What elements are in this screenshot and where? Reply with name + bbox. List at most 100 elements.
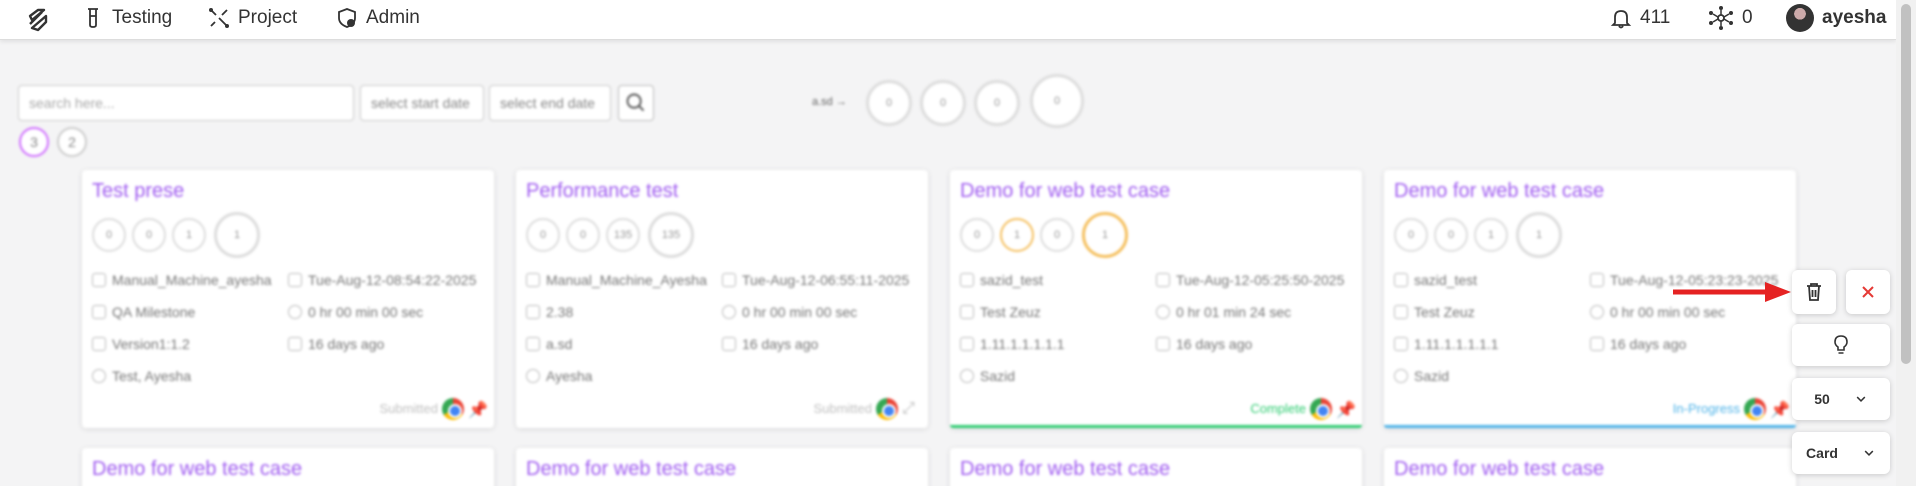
milestone-text: 2.38 bbox=[546, 304, 574, 320]
user-icon bbox=[526, 369, 540, 383]
user-icon bbox=[1394, 369, 1408, 383]
shield-gear-icon bbox=[338, 8, 356, 28]
search-input[interactable]: search here... bbox=[18, 85, 354, 121]
chevron-down-icon bbox=[1856, 396, 1866, 402]
lightbulb-icon bbox=[1834, 335, 1848, 354]
milestone-text: QA Milestone bbox=[112, 304, 196, 320]
card-assignee: Test, Ayesha bbox=[92, 368, 191, 384]
tag-icon bbox=[92, 337, 106, 351]
run-card[interactable]: Demo for web test case bbox=[82, 448, 494, 486]
card-ago: 16 days ago bbox=[1590, 336, 1686, 352]
chevron-down-icon bbox=[1864, 450, 1874, 456]
version-text: 1.11.1.1.1.1.1 bbox=[980, 336, 1065, 352]
run-card[interactable]: Test prese 0 0 1 1 Manual_Machine_ayesha… bbox=[82, 170, 494, 428]
page-button[interactable]: 3 bbox=[19, 127, 49, 157]
pin-icon[interactable]: 📌 bbox=[1336, 400, 1356, 419]
card-duration: 0 hr 00 min 00 sec bbox=[722, 304, 857, 320]
run-card[interactable]: Demo for web test case bbox=[1384, 448, 1796, 486]
stat-ring: 1 bbox=[214, 212, 260, 258]
run-card[interactable]: Performance test 0 0 135 135 Manual_Mach… bbox=[516, 170, 928, 428]
signpost-icon bbox=[526, 305, 540, 319]
stat-ring: 0 bbox=[566, 218, 600, 252]
bell-icon bbox=[1610, 10, 1632, 29]
pin-icon[interactable]: 📌 bbox=[1770, 400, 1790, 419]
stat-ring: 1 bbox=[1000, 218, 1034, 252]
status-bar bbox=[950, 425, 1362, 428]
card-duration: 0 hr 01 min 24 sec bbox=[1156, 304, 1291, 320]
filter-ring[interactable]: 0 bbox=[920, 80, 966, 126]
clock-icon bbox=[722, 305, 736, 319]
top-navbar: Testing Project Admin 411 0 ayesha bbox=[0, 0, 1896, 40]
run-icon bbox=[1156, 273, 1170, 287]
stat-ring: 1 bbox=[172, 218, 206, 252]
notifications[interactable]: 411 bbox=[1610, 0, 1670, 36]
version-text: a.sd bbox=[546, 336, 573, 352]
app-logo-icon[interactable] bbox=[24, 6, 52, 34]
status-bar bbox=[1384, 425, 1796, 428]
stat-ring: 135 bbox=[606, 218, 640, 252]
tag-icon bbox=[960, 337, 974, 351]
clock-icon bbox=[1156, 305, 1170, 319]
date-text: Tue-Aug-12-08:54:22-2025 bbox=[308, 272, 477, 288]
run-card[interactable]: Demo for web test case bbox=[950, 448, 1362, 486]
network-status[interactable]: 0 bbox=[1708, 0, 1753, 36]
filter-ring[interactable]: 0 bbox=[866, 80, 912, 126]
signpost-icon bbox=[92, 305, 106, 319]
tips-button[interactable] bbox=[1792, 324, 1890, 366]
card-ago: 16 days ago bbox=[1156, 336, 1252, 352]
card-owner: Manual_Machine_Ayesha bbox=[526, 272, 707, 288]
card-assignee: Ayesha bbox=[526, 368, 592, 384]
stat-ring: 0 bbox=[132, 218, 166, 252]
run-card[interactable]: Demo for web test case 0 1 0 1 sazid_tes… bbox=[950, 170, 1362, 428]
milestone-text: Test Zeuz bbox=[980, 304, 1041, 320]
date-text: Tue-Aug-12-06:55:11-2025 bbox=[742, 272, 910, 288]
filter-label: a.sd → bbox=[812, 96, 847, 108]
card-date: Tue-Aug-12-06:55:11-2025 bbox=[722, 272, 909, 288]
status-badge: Complete bbox=[1250, 401, 1306, 416]
status-badge: Submitted bbox=[379, 401, 438, 416]
assignee-text: Sazid bbox=[1414, 368, 1450, 384]
card-assignee: Sazid bbox=[960, 368, 1015, 384]
card-version: 1.11.1.1.1.1.1 bbox=[1394, 336, 1499, 352]
run-card[interactable]: Demo for web test case bbox=[516, 448, 928, 486]
upload-icon bbox=[1590, 337, 1604, 351]
start-date-field[interactable]: select start date bbox=[360, 85, 484, 121]
close-button[interactable] bbox=[1846, 270, 1890, 314]
card-title: Demo for web test case bbox=[92, 458, 303, 480]
card-owner: sazid_test bbox=[1394, 272, 1477, 288]
owner-text: sazid_test bbox=[1414, 272, 1478, 288]
upload-icon bbox=[288, 337, 302, 351]
expand-icon[interactable]: ⤢ bbox=[902, 400, 920, 418]
filter-ring[interactable]: 0 bbox=[1030, 74, 1084, 128]
nav-project[interactable]: Project bbox=[208, 0, 297, 36]
stat-ring: 1 bbox=[1516, 212, 1562, 258]
clock-icon bbox=[1590, 305, 1604, 319]
search-button[interactable] bbox=[618, 85, 654, 121]
network-nodes-icon bbox=[1709, 6, 1733, 30]
search-icon bbox=[626, 93, 645, 112]
delete-button[interactable] bbox=[1792, 270, 1836, 314]
user-menu[interactable]: ayesha bbox=[1786, 0, 1886, 36]
page-size-select[interactable]: 50 bbox=[1792, 378, 1890, 420]
chrome-icon bbox=[1310, 398, 1332, 420]
view-mode-select[interactable]: Card bbox=[1792, 432, 1890, 474]
pin-icon[interactable]: 📌 bbox=[468, 400, 488, 419]
status-badge: Submitted bbox=[813, 401, 872, 416]
filter-ring[interactable]: 0 bbox=[974, 80, 1020, 126]
stat-ring: 0 bbox=[1040, 218, 1074, 252]
card-owner: sazid_test bbox=[960, 272, 1043, 288]
scrollbar-thumb[interactable] bbox=[1901, 4, 1911, 364]
milestone-text: Test Zeuz bbox=[1414, 304, 1475, 320]
end-date-field[interactable]: select end date bbox=[489, 85, 611, 121]
flask-icon bbox=[88, 8, 98, 28]
assignee-text: Sazid bbox=[980, 368, 1016, 384]
avatar bbox=[1786, 4, 1814, 32]
version-text: Version1:1.2 bbox=[112, 336, 190, 352]
assignee-text: Ayesha bbox=[546, 368, 593, 384]
nav-admin[interactable]: Admin bbox=[336, 0, 420, 36]
page-button[interactable]: 2 bbox=[57, 127, 87, 157]
card-title: Demo for web test case bbox=[960, 180, 1171, 202]
nav-testing[interactable]: Testing bbox=[82, 0, 172, 36]
vertical-scrollbar[interactable] bbox=[1896, 0, 1916, 486]
ago-text: 16 days ago bbox=[1176, 336, 1253, 352]
